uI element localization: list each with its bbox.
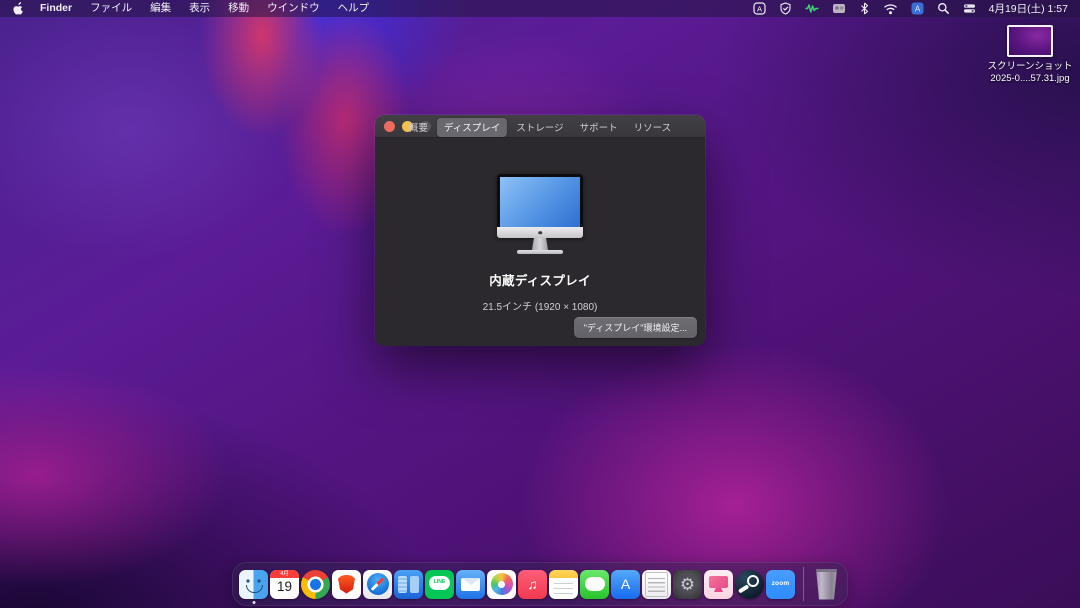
input-source-icon[interactable]: A (911, 2, 924, 15)
dock-icon-chrome[interactable] (301, 568, 330, 601)
dock-icon-zoomapp[interactable]: zoom (766, 568, 795, 601)
desktop-file-name-line1: スクリーンショット (984, 61, 1076, 73)
apple-logo-icon (12, 2, 25, 15)
close-button[interactable] (384, 121, 395, 132)
control-center-icon[interactable] (963, 2, 976, 15)
screenshot-thumbnail-icon (1007, 25, 1053, 57)
dock-icon-syspref[interactable]: ⚙ (673, 568, 702, 601)
imac-display-icon (497, 174, 583, 254)
dock-icon-mail[interactable] (456, 568, 485, 601)
svg-text:A: A (914, 5, 920, 14)
about-this-mac-window: 概要ディスプレイストレージサポートリソース 内蔵ディスプレイ 21.5インチ (… (375, 115, 705, 345)
dock-icon-messages[interactable] (580, 568, 609, 601)
tab-3[interactable]: サポート (573, 118, 625, 137)
dock-icon-filemanager[interactable] (394, 568, 423, 601)
dock-icon-music[interactable]: ♫ (518, 568, 547, 601)
dock: 4月19 LINE ♫ A ⚙ zoom (232, 562, 848, 606)
wifi-icon[interactable] (883, 3, 898, 15)
desktop-screen: Finderファイル編集表示移動ウインドウヘルプ A A (0, 0, 1080, 608)
display-preferences-button[interactable]: "ディスプレイ"環境設定... (574, 317, 697, 338)
trash-icon[interactable] (814, 569, 839, 600)
menu-item-2[interactable]: 編集 (141, 2, 180, 14)
dock-icon-photos[interactable] (487, 568, 516, 601)
display-name: 内蔵ディスプレイ (489, 270, 591, 289)
window-titlebar[interactable]: 概要ディスプレイストレージサポートリソース (375, 115, 705, 138)
waveform-icon[interactable] (805, 2, 819, 15)
window-tabs: 概要ディスプレイストレージサポートリソース (402, 118, 678, 137)
dock-icon-appstore[interactable]: A (611, 568, 640, 601)
dock-icon-finder[interactable] (239, 568, 268, 601)
shield-check-icon[interactable] (779, 2, 792, 15)
tab-0[interactable]: 概要 (402, 118, 435, 137)
boxed-a-icon[interactable]: A (753, 2, 766, 15)
app-menus: Finderファイル編集表示移動ウインドウヘルプ (31, 0, 378, 17)
svg-text:A: A (757, 4, 762, 13)
dock-icon-calendar[interactable]: 4月19 (270, 568, 299, 601)
menu-item-4[interactable]: 移動 (219, 2, 258, 14)
dock-icon-line[interactable]: LINE (425, 568, 454, 601)
dock-icon-brave[interactable] (332, 568, 361, 601)
tab-2[interactable]: ストレージ (509, 118, 570, 137)
dock-separator (803, 567, 804, 601)
window-body: 内蔵ディスプレイ 21.5インチ (1920 × 1080) "ディスプレイ"環… (375, 138, 705, 346)
dock-icon-notes[interactable] (549, 568, 578, 601)
apple-menu[interactable] (10, 2, 31, 15)
dock-icon-steam[interactable] (735, 568, 764, 601)
tab-4[interactable]: リソース (627, 118, 679, 137)
app-badge-icon[interactable] (832, 2, 846, 15)
display-spec: 21.5インチ (1920 × 1080) (483, 298, 598, 313)
menu-bar: Finderファイル編集表示移動ウインドウヘルプ A A (0, 0, 1080, 17)
menu-item-6[interactable]: ヘルプ (329, 2, 379, 14)
desktop-file-name-line2: 2025-0....57.31.jpg (984, 73, 1076, 85)
bluetooth-icon[interactable] (859, 2, 870, 15)
menu-bar-left: Finderファイル編集表示移動ウインドウヘルプ (0, 0, 378, 17)
spotlight-icon[interactable] (937, 2, 950, 15)
tab-1-selected[interactable]: ディスプレイ (437, 118, 507, 137)
desktop-file-label: スクリーンショット 2025-0....57.31.jpg (984, 61, 1076, 85)
menu-bar-status-area: A A (753, 1, 1080, 16)
dock-icon-safari[interactable] (363, 568, 392, 601)
menu-app-name[interactable]: Finder (31, 2, 81, 14)
dock-icon-textedit[interactable] (642, 568, 671, 601)
menu-item-3[interactable]: 表示 (180, 2, 219, 14)
dock-icon-displayapp[interactable] (704, 568, 733, 601)
desktop-file-screenshot[interactable]: スクリーンショット 2025-0....57.31.jpg (984, 25, 1076, 85)
dock-app-icons: 4月19 LINE ♫ A ⚙ zoom (238, 568, 796, 601)
menu-item-5[interactable]: ウインドウ (258, 2, 329, 14)
menu-item-1[interactable]: ファイル (81, 2, 141, 14)
menu-bar-clock[interactable]: 4月19日(土) 1:57 (989, 1, 1068, 16)
